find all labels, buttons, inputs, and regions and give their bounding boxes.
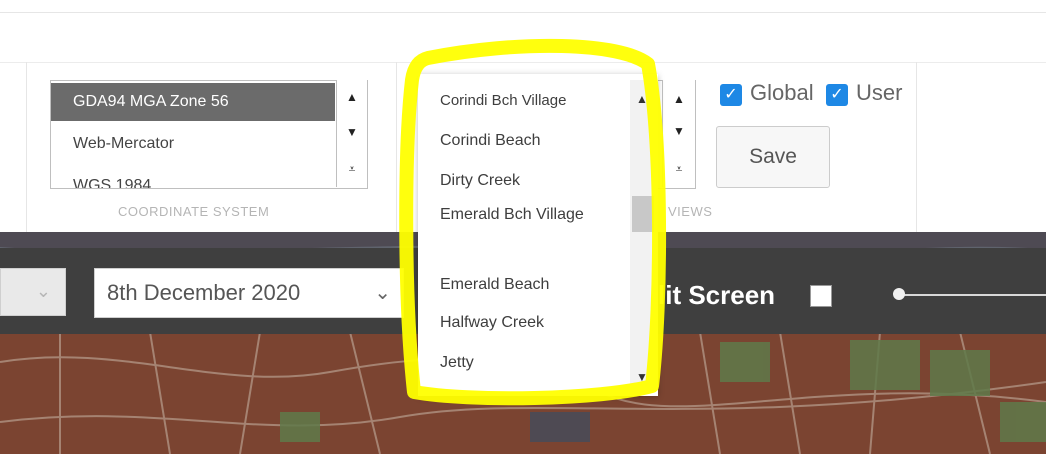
- group-separator: [26, 62, 27, 232]
- user-checkbox[interactable]: ✓: [826, 84, 848, 106]
- group-separator: [916, 62, 917, 232]
- layer-select[interactable]: ⌄: [0, 268, 66, 316]
- dropdown-scroll-thumb[interactable]: [632, 196, 654, 232]
- top-strip: [0, 0, 1046, 13]
- coordinate-spin-buttons: ▲ ▼ ⩡: [336, 80, 367, 187]
- chevron-down-icon: ⌄: [35, 281, 51, 301]
- scroll-down-icon[interactable]: ▼: [337, 117, 367, 147]
- view-option[interactable]: Dirty Creek: [418, 166, 630, 196]
- view-option[interactable]: Corindi Beach: [418, 126, 630, 156]
- split-screen-label: lit Screen: [658, 280, 776, 310]
- coordinate-option[interactable]: Web-Mercator: [51, 125, 335, 163]
- global-checkbox[interactable]: ✓: [720, 84, 742, 106]
- dropdown-scrollbar[interactable]: [630, 80, 656, 392]
- scroll-down-icon[interactable]: ▼: [636, 370, 648, 384]
- user-label: User: [856, 80, 903, 105]
- view-option[interactable]: Emerald Beach: [418, 270, 630, 300]
- view-option[interactable]: Corindi Bch Village: [418, 86, 630, 116]
- coordinate-system-list[interactable]: GDA94 MGA Zone 56 Web-Mercator WGS 1984: [50, 80, 368, 189]
- chevron-down-icon: ⌄: [374, 282, 391, 304]
- opacity-slider-thumb[interactable]: [893, 288, 905, 300]
- view-option[interactable]: Halfway Creek: [418, 308, 630, 338]
- scroll-down-icon[interactable]: ▼: [663, 116, 695, 146]
- global-label: Global: [750, 80, 814, 105]
- views-spin-buttons: ▲ ▼ ⩡: [662, 80, 695, 187]
- scroll-up-icon[interactable]: ▲: [663, 84, 695, 114]
- split-screen-checkbox[interactable]: [810, 285, 832, 307]
- opacity-slider-track[interactable]: [900, 294, 1046, 296]
- scroll-up-icon[interactable]: ▲: [636, 92, 648, 106]
- coordinate-system-caption: COORDINATE SYSTEM: [118, 204, 270, 219]
- save-button[interactable]: Save: [716, 126, 830, 188]
- coordinate-option[interactable]: WGS 1984: [51, 167, 335, 188]
- view-option[interactable]: Emerald Bch Village: [418, 202, 598, 228]
- scroll-up-icon[interactable]: ▲: [337, 82, 367, 112]
- view-option[interactable]: Jetty: [418, 348, 630, 378]
- views-dropdown[interactable]: Corindi Bch Village Corindi Beach Dirty …: [418, 74, 658, 396]
- expand-down-icon[interactable]: ⩡: [663, 154, 695, 184]
- views-caption: VIEWS: [668, 204, 713, 219]
- group-separator: [396, 62, 397, 232]
- coordinate-option[interactable]: GDA94 MGA Zone 56: [51, 83, 335, 121]
- date-select-value: 8th December 2020: [107, 280, 301, 305]
- expand-down-icon[interactable]: ⩡: [337, 154, 367, 184]
- date-select[interactable]: 8th December 2020 ⌄: [94, 268, 404, 318]
